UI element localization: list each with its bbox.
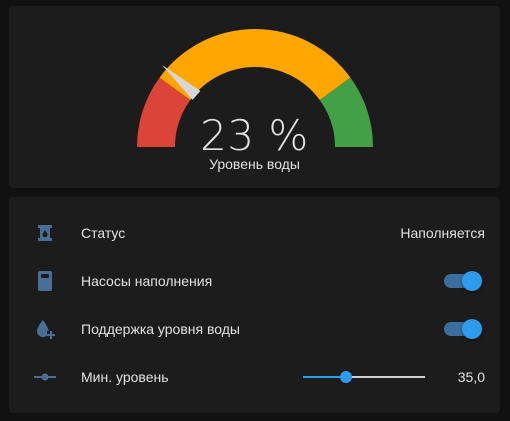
entity-row-water-level-support[interactable]: Поддержка уровня воды bbox=[9, 309, 500, 349]
min-level-value: 35,0 bbox=[457, 369, 485, 385]
entities-card: Статус Наполняется Насосы наполнения Под… bbox=[9, 197, 500, 413]
entity-label: Поддержка уровня воды bbox=[81, 321, 240, 337]
slider-handle[interactable] bbox=[339, 371, 352, 383]
gauge-card[interactable]: 23 % Уровень воды bbox=[9, 6, 500, 188]
entity-row-fill-pumps[interactable]: Насосы наполнения bbox=[9, 261, 500, 301]
entity-row-min-level[interactable]: Мин. уровень 35,0 bbox=[9, 357, 500, 397]
pump-remote-icon bbox=[33, 269, 57, 293]
gauge-value: 23 % bbox=[200, 111, 309, 160]
water-level-support-toggle[interactable] bbox=[444, 319, 482, 339]
min-level-slider[interactable] bbox=[303, 369, 425, 385]
entity-label: Статус bbox=[81, 225, 126, 241]
slider-icon bbox=[33, 365, 57, 389]
water-plus-icon bbox=[33, 317, 57, 341]
water-tank-icon bbox=[33, 221, 57, 245]
fill-pumps-toggle[interactable] bbox=[444, 271, 482, 291]
entity-label: Насосы наполнения bbox=[81, 273, 213, 289]
entity-label: Мин. уровень bbox=[81, 369, 169, 385]
entity-row-status[interactable]: Статус Наполняется bbox=[9, 213, 500, 253]
status-value: Наполняется bbox=[400, 225, 485, 241]
gauge-name: Уровень воды bbox=[209, 156, 300, 172]
